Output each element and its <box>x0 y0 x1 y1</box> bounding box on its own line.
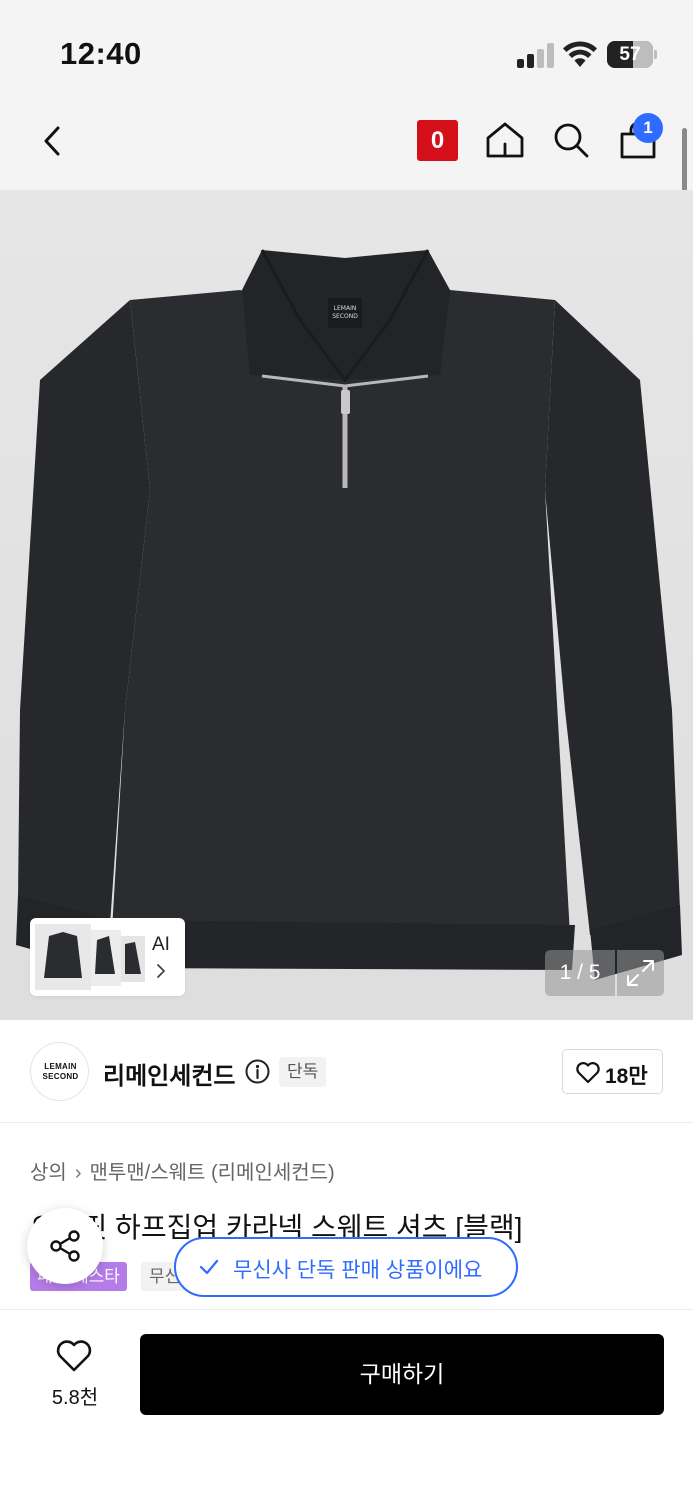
heart-icon <box>56 1340 92 1372</box>
wishlist-count: 5.8천 <box>51 1387 99 1409</box>
divider <box>0 1309 693 1310</box>
share-button[interactable] <box>27 1208 103 1284</box>
brand-logo-line2: SECOND <box>42 1072 79 1081</box>
svg-text:SECOND: SECOND <box>332 313 358 320</box>
search-icon[interactable] <box>550 118 592 162</box>
ai-styling-card[interactable] <box>30 918 185 996</box>
buy-button[interactable]: 구매하기 <box>140 1334 664 1415</box>
signal-icon <box>517 42 555 68</box>
home-icon[interactable] <box>484 118 526 162</box>
breadcrumb-item-subcategory[interactable]: 맨투맨/스웨트 (리메인세컨드) <box>89 1162 334 1184</box>
brand-logo-line1: LEMAIN <box>44 1062 77 1071</box>
chevron-right-icon <box>157 964 165 978</box>
exclusive-toast: 무신사 단독 판매 상품이에요 <box>174 1237 518 1297</box>
brand-logo[interactable]: LEMAIN SECOND <box>30 1042 89 1101</box>
cart-count-badge: 1 <box>633 113 663 143</box>
share-icon <box>50 1230 80 1262</box>
sweatshirt-image: LEMAIN SECOND <box>0 190 693 1020</box>
ai-thumbnail-image <box>35 924 145 990</box>
notification-badge[interactable]: 0 <box>417 120 458 161</box>
info-icon[interactable] <box>245 1059 270 1084</box>
divider <box>0 1122 693 1123</box>
toast-text: 무신사 단독 판매 상품이에요 <box>233 1259 483 1282</box>
brand-like-count: 18만 <box>605 1065 648 1088</box>
brand-name[interactable]: 리메인세컨드 <box>103 1056 235 1091</box>
status-bar: 12:40 57 <box>0 0 693 100</box>
breadcrumb: 상의 › 맨투맨/스웨트 (리메인세컨드) <box>30 1156 335 1185</box>
check-icon <box>199 1259 219 1275</box>
wifi-icon <box>563 41 597 67</box>
status-time: 12:40 <box>60 36 142 71</box>
battery-icon: 57 <box>607 41 657 68</box>
svg-text:LEMAIN: LEMAIN <box>334 305 357 312</box>
product-image[interactable]: LEMAIN SECOND <box>0 190 693 1020</box>
expand-icon[interactable] <box>617 950 664 996</box>
ai-label: AI <box>152 934 170 955</box>
image-page-counter: 1 / 5 <box>545 950 615 996</box>
heart-icon <box>576 1062 600 1084</box>
chevron-right-icon: › <box>74 1162 82 1184</box>
breadcrumb-item-category[interactable]: 상의 <box>30 1162 67 1184</box>
brand-like-button[interactable]: 18만 <box>562 1049 663 1094</box>
exclusive-tag: 단독 <box>279 1057 327 1087</box>
back-icon[interactable] <box>36 120 70 162</box>
wishlist-button[interactable]: 5.8천 <box>30 1335 120 1415</box>
battery-percent: 57 <box>619 44 641 65</box>
top-nav-bar: 0 <box>0 100 693 190</box>
